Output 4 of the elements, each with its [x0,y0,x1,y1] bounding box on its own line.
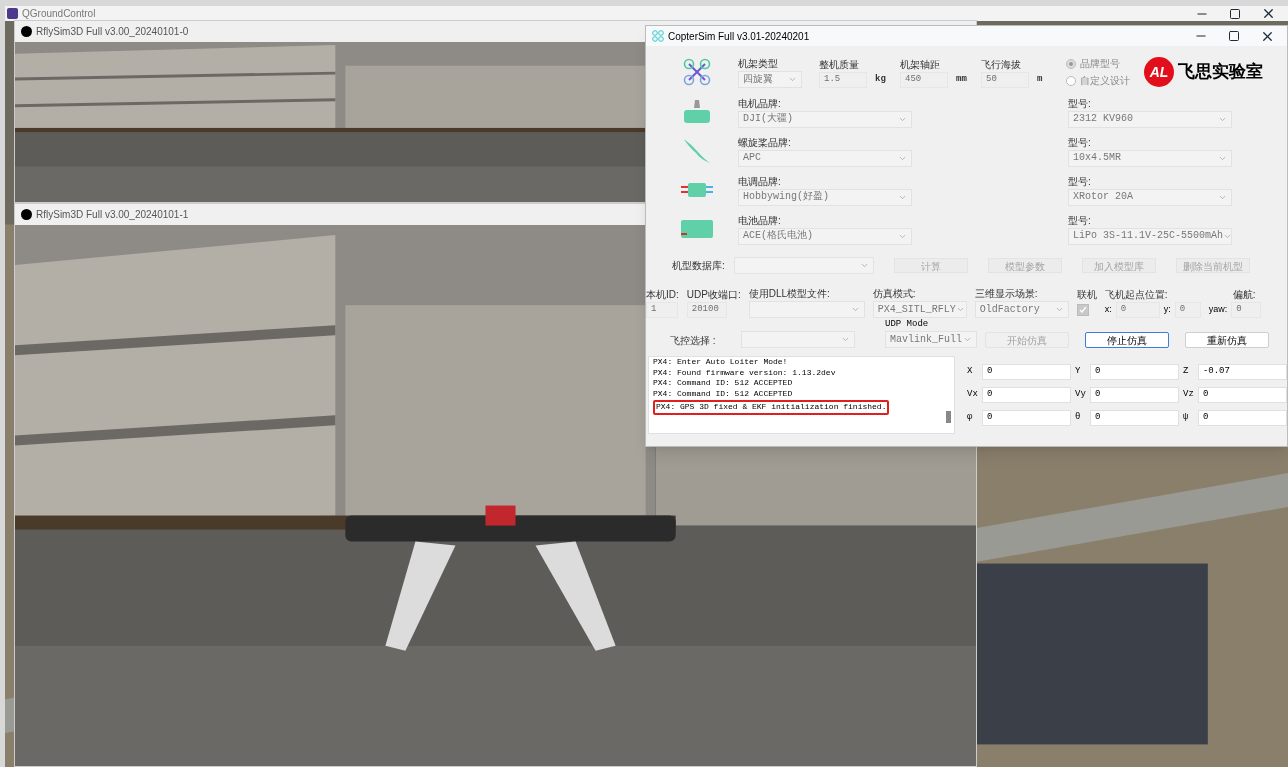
app-icon [7,8,18,19]
window-title: QGroundControl [22,7,97,21]
close-icon[interactable] [1261,6,1276,21]
maximize-icon[interactable] [1229,7,1241,20]
